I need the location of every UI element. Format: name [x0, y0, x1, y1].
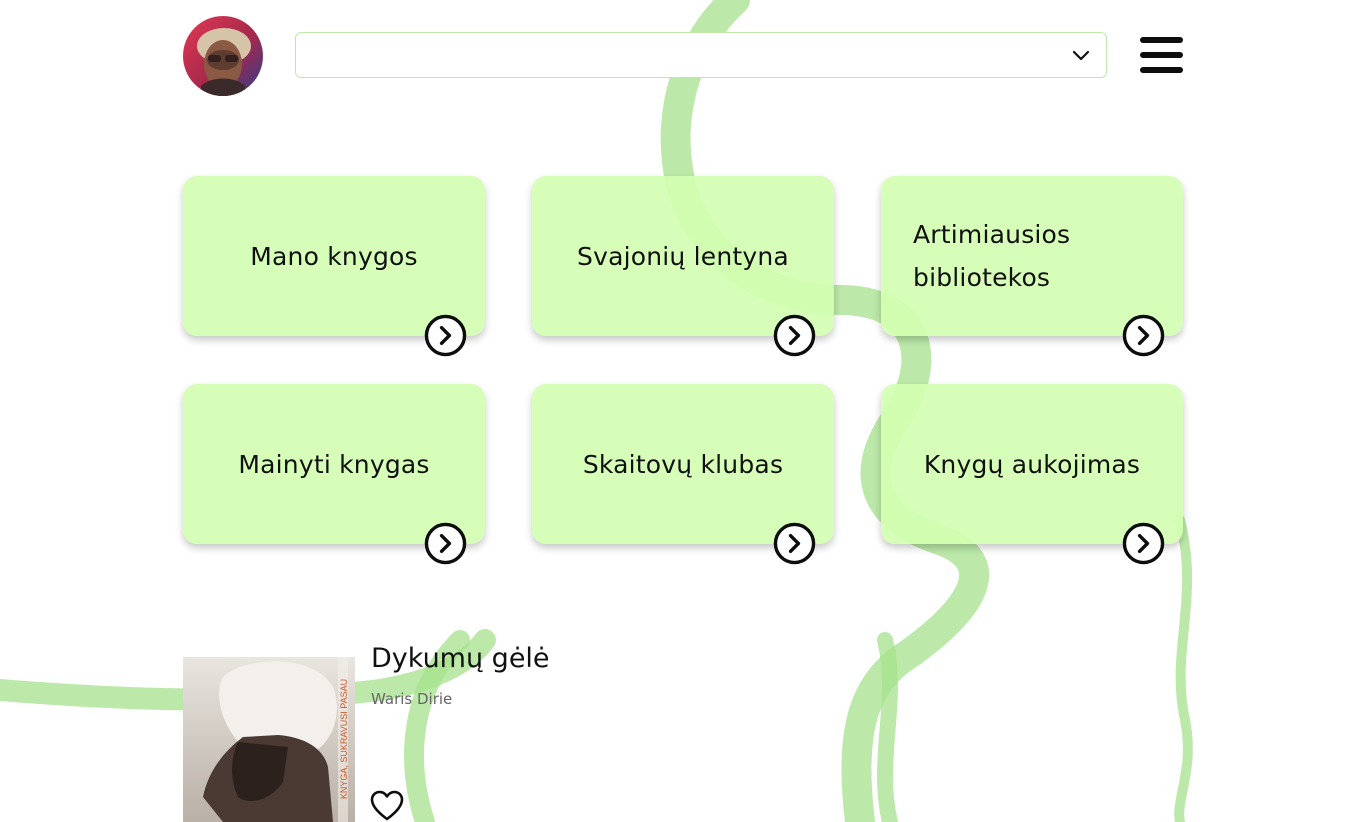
user-avatar[interactable] — [183, 16, 263, 96]
arrow-right-circle-icon[interactable] — [1122, 314, 1165, 357]
card-artimiausios-bibliotekos[interactable]: Artimiausios bibliotekos — [881, 176, 1183, 357]
card-knygu-aukojimas[interactable]: Knygų aukojimas — [881, 384, 1183, 565]
card-label: Svajonių lentyna — [577, 241, 789, 271]
card-skaitovu-klubas[interactable]: Skaitovų klubas — [532, 384, 834, 565]
card-mano-knygos[interactable]: Mano knygos — [183, 176, 485, 357]
card-label: Mainyti knygas — [238, 449, 430, 479]
arrow-right-circle-icon[interactable] — [424, 522, 467, 565]
chevron-down-icon — [1072, 50, 1090, 61]
arrow-right-circle-icon[interactable] — [773, 522, 816, 565]
card-mainyti-knygas[interactable]: Mainyti knygas — [183, 384, 485, 565]
book-cover[interactable]: KNYGA, SUKRAVUSI PASAU — [183, 657, 355, 822]
book-author: Waris Dirie — [371, 690, 453, 708]
book-title[interactable]: Dykumų gėlė — [371, 643, 550, 674]
card-label: Knygų aukojimas — [923, 449, 1141, 479]
book-cover-image: KNYGA, SUKRAVUSI PASAU — [183, 657, 355, 822]
page: Mano knygos Svajonių lentyna Artimiausio… — [0, 0, 1366, 822]
arrow-right-circle-icon[interactable] — [424, 314, 467, 357]
card-label: Mano knygos — [250, 241, 418, 271]
card-label: Artimiausios bibliotekos — [913, 220, 1071, 292]
hamburger-menu-icon[interactable] — [1140, 35, 1184, 75]
location-select[interactable] — [295, 32, 1107, 78]
card-label: Skaitovų klubas — [582, 449, 784, 479]
card-svajoniu-lentyna[interactable]: Svajonių lentyna — [532, 176, 834, 357]
avatar-image — [183, 16, 263, 96]
arrow-right-circle-icon[interactable] — [1122, 522, 1165, 565]
top-bar — [183, 16, 1183, 96]
book-item: KNYGA, SUKRAVUSI PASAU Dykumų gėlė Waris… — [183, 643, 983, 822]
arrow-right-circle-icon[interactable] — [773, 314, 816, 357]
heart-outline-icon[interactable] — [370, 790, 404, 822]
cover-text: KNYGA, SUKRAVUSI PASAU — [339, 679, 349, 799]
